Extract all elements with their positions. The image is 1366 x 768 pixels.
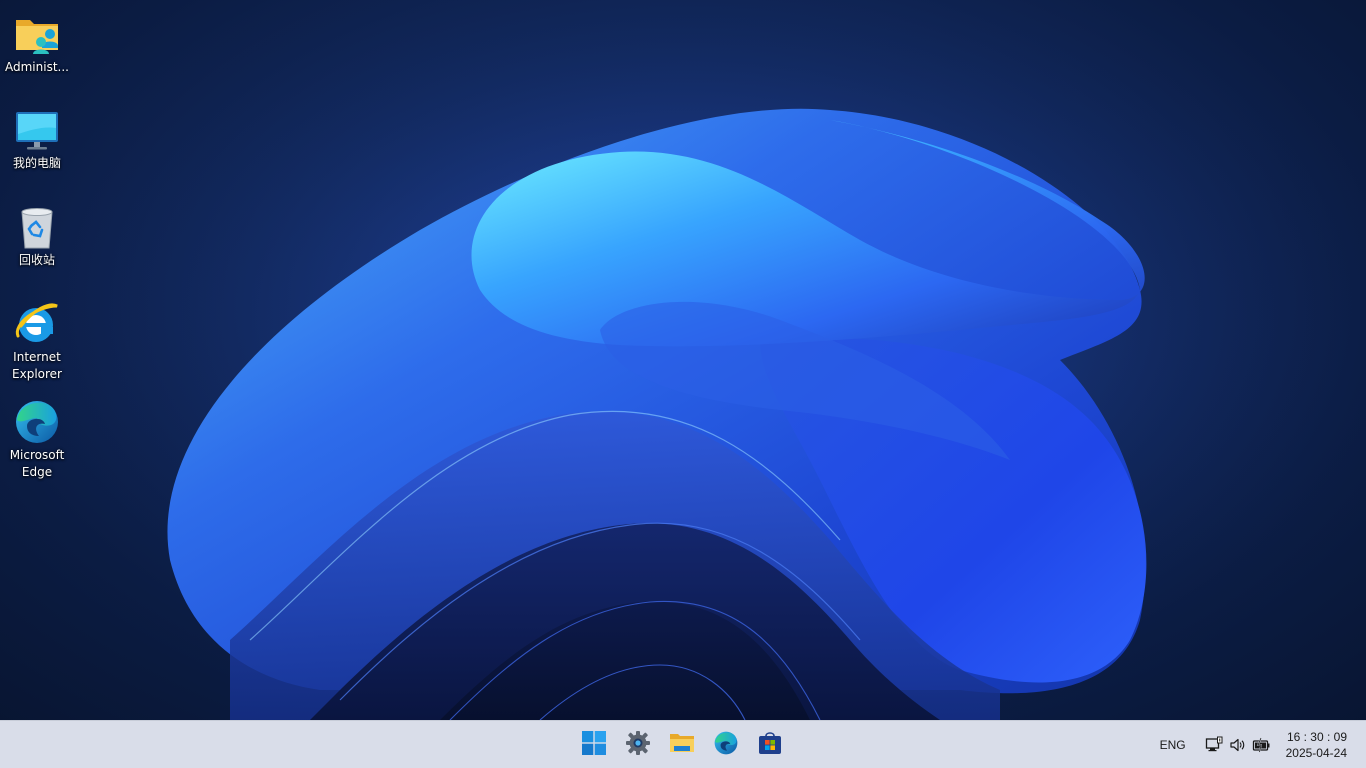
user-folder-icon: [13, 10, 61, 58]
volume-icon[interactable]: [1228, 735, 1248, 755]
recycle-bin-icon: [13, 203, 61, 251]
input-language-indicator[interactable]: ENG: [1160, 738, 1186, 752]
folder-icon: [669, 732, 695, 758]
tray-icons[interactable]: [1204, 735, 1272, 755]
store-button[interactable]: [748, 725, 792, 765]
desktop-wallpaper: [0, 0, 1366, 720]
system-tray: ENG 16: 30: 09 2025-04-24: [1160, 721, 1366, 768]
taskbar-clock[interactable]: 16 : 30 : 09 2025-04-24: [1286, 729, 1347, 761]
wallpaper-bloom: [0, 0, 1366, 720]
taskbar: ENG 16: 30: 09 2025-04-24: [0, 720, 1366, 768]
desktop-icon-label: Internet Explorer: [12, 350, 62, 381]
battery-icon[interactable]: [1252, 735, 1272, 755]
settings-button[interactable]: [616, 725, 660, 765]
gear-icon: [625, 730, 651, 760]
internet-explorer-icon: [13, 300, 61, 348]
desktop-icon-internet-explorer[interactable]: Internet Explorer: [0, 300, 74, 383]
desktop-icon-label: Microsoft Edge: [9, 448, 65, 479]
desktop-icon-label: Administ...: [5, 60, 69, 74]
desktop-icon-microsoft-edge[interactable]: Microsoft Edge: [0, 398, 74, 481]
desktop-icon-recycle-bin[interactable]: 回收站: [0, 203, 74, 269]
store-icon: [758, 731, 782, 759]
start-button[interactable]: [572, 725, 616, 765]
edge-icon: [13, 398, 61, 446]
desktop-icon-administrator[interactable]: Administ...: [0, 10, 74, 76]
windows-start-icon: [582, 731, 606, 759]
monitor-icon: [13, 106, 61, 154]
clock-date: 2025-04-24: [1285, 746, 1347, 760]
desktop-icon-label: 回收站: [18, 253, 55, 267]
clock-time: 16 : 30 : 09: [1286, 730, 1347, 744]
network-icon[interactable]: [1204, 735, 1224, 755]
desktop-icon-my-computer[interactable]: 我的电脑: [0, 106, 74, 172]
edge-icon: [713, 730, 739, 760]
desktop-icon-label: 我的电脑: [12, 156, 61, 170]
file-explorer-button[interactable]: [660, 725, 704, 765]
edge-taskbar-button[interactable]: [704, 725, 748, 765]
taskbar-pinned-apps: [572, 721, 792, 768]
